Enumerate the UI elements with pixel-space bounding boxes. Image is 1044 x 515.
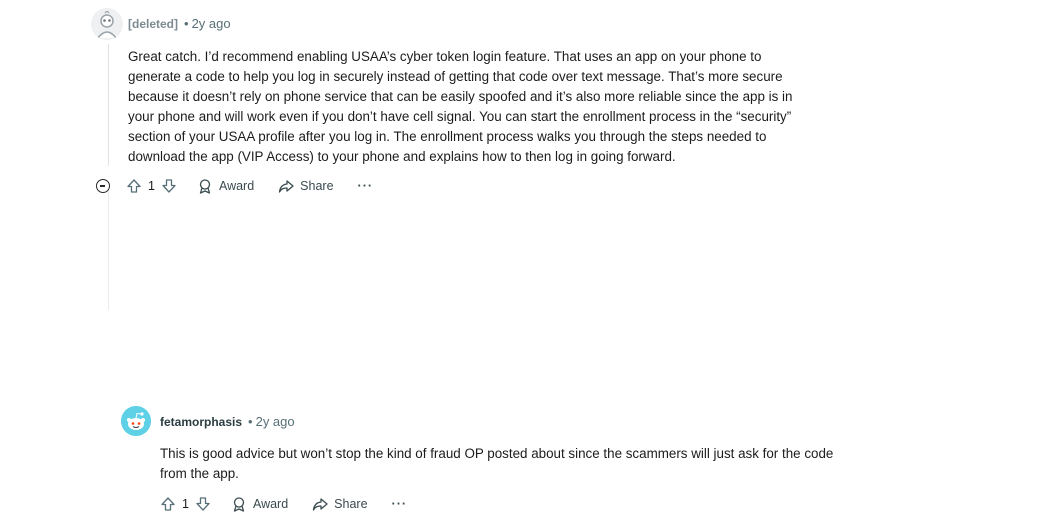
vote-control: 1 (126, 178, 177, 194)
meta-separator: • (184, 16, 189, 31)
collapse-thread-icon[interactable] (96, 179, 110, 193)
meta-separator: • (248, 414, 253, 429)
timestamp[interactable]: 2y ago (256, 414, 295, 429)
timestamp[interactable]: 2y ago (192, 16, 231, 31)
comment-actions: 1 Award Share ··· (160, 493, 407, 515)
share-icon (312, 496, 328, 512)
share-label: Share (334, 497, 368, 511)
vote-count: 1 (148, 179, 155, 193)
award-label: Award (252, 497, 289, 511)
more-options-icon[interactable]: ··· (358, 179, 374, 193)
share-label: Share (300, 179, 334, 193)
thread-line-reply (108, 190, 109, 310)
comment-meta: [deleted] • 2y ago (128, 16, 231, 31)
vote-count: 1 (182, 497, 189, 511)
comment-meta: fetamorphasis • 2y ago (160, 414, 295, 429)
share-button[interactable]: Share (278, 178, 334, 194)
comment-text: Great catch. I’d recommend enabling USAA… (128, 49, 793, 164)
award-icon (197, 178, 213, 194)
author-name[interactable]: fetamorphasis (160, 415, 242, 429)
downvote-icon[interactable] (195, 496, 211, 512)
more-options-icon[interactable]: ··· (392, 497, 408, 511)
comment-text: This is good advice but won’t stop the k… (160, 446, 834, 481)
user-avatar[interactable] (121, 406, 151, 436)
thread-line (108, 44, 109, 166)
vote-control: 1 (160, 496, 211, 512)
award-button[interactable]: Award (197, 178, 254, 194)
comment-body: Great catch. I’d recommend enabling USAA… (128, 47, 818, 167)
award-icon (231, 496, 247, 512)
comment-actions: 1 Award Share ··· (96, 175, 373, 197)
share-icon (278, 178, 294, 194)
award-label: Award (218, 179, 255, 193)
award-button[interactable]: Award (231, 496, 288, 512)
deleted-user-avatar[interactable] (91, 8, 123, 40)
upvote-icon[interactable] (126, 178, 142, 194)
author-name[interactable]: [deleted] (128, 17, 178, 31)
comment-body: This is good advice but won’t stop the k… (160, 444, 840, 484)
upvote-icon[interactable] (160, 496, 176, 512)
downvote-icon[interactable] (161, 178, 177, 194)
share-button[interactable]: Share (312, 496, 368, 512)
